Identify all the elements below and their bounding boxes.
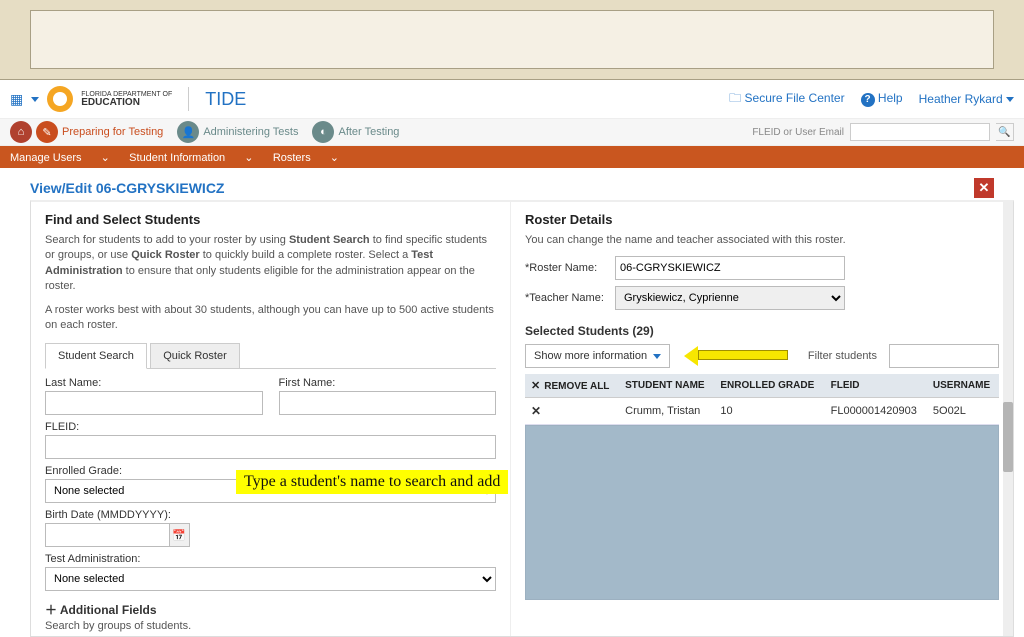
cell-user: 5O02L [927, 398, 999, 425]
first-name-input[interactable] [279, 391, 497, 415]
roster-name-label: *Roster Name: [525, 262, 615, 274]
chevron-down-icon [1006, 97, 1014, 102]
roster-details-sub: You can change the name and teacher asso… [525, 233, 999, 248]
subnav-rosters[interactable]: Rosters ⌄ [273, 152, 339, 164]
chevron-down-icon[interactable] [31, 97, 39, 102]
col-username[interactable]: USERNAME [927, 374, 999, 398]
nav-preparing[interactable]: ✎ Preparing for Testing [36, 121, 163, 143]
table-empty-area [525, 425, 999, 600]
help-text-2: A roster works best with about 30 studen… [45, 303, 496, 334]
find-students-heading: Find and Select Students [45, 212, 496, 227]
selected-students-table: ✕REMOVE ALL STUDENT NAME ENROLLED GRADE … [525, 374, 999, 425]
help-text-1: Search for students to add to your roste… [45, 233, 496, 295]
annotation-callout: Type a student's name to search and add [236, 470, 508, 494]
help-link[interactable]: ? Help [861, 91, 903, 107]
cell-name: Crumm, Tristan [619, 398, 714, 425]
tab-student-search[interactable]: Student Search [45, 343, 147, 369]
secure-file-center-link[interactable]: 🗀 Secure File Center [729, 89, 844, 110]
cell-fleid: FL000001420903 [825, 398, 927, 425]
first-name-label: First Name: [279, 377, 497, 389]
birth-label: Birth Date (MMDDYYYY): [45, 509, 496, 521]
additional-fields-toggle[interactable]: ＋ Additional Fields [45, 601, 496, 618]
home-icon[interactable]: ⌂ [10, 121, 32, 143]
roster-name-input[interactable] [615, 256, 845, 280]
show-more-info-dropdown[interactable]: Show more information [525, 344, 670, 368]
subnav-manage-users[interactable]: Manage Users ⌄ [10, 152, 110, 164]
search-icon[interactable]: 🔍 [996, 123, 1014, 141]
annotation-arrow-icon [684, 346, 788, 367]
subnav-student-info[interactable]: Student Information ⌄ [129, 152, 253, 164]
filter-students-input[interactable] [889, 344, 999, 368]
edit-roster-modal: View/Edit 06-CGRYSKIEWICZ ✕ Type a stude… [30, 180, 1014, 637]
person-icon: ✎ [36, 121, 58, 143]
scrollbar[interactable] [1003, 202, 1013, 636]
col-student-name[interactable]: STUDENT NAME [619, 374, 714, 398]
person-icon: 👤 [177, 121, 199, 143]
col-remove-all[interactable]: ✕REMOVE ALL [525, 374, 619, 398]
birth-date-input[interactable] [45, 523, 170, 547]
divider [188, 87, 189, 111]
table-row: ✕ Crumm, Tristan 10 FL000001420903 5O02L [525, 398, 999, 425]
col-fleid[interactable]: FLEID [825, 374, 927, 398]
teacher-name-label: *Teacher Name: [525, 292, 615, 304]
top-bar: ▦ FLORIDA DEPARTMENT OF EDUCATION TIDE 🗀… [0, 80, 1024, 118]
help-icon: ? [861, 93, 875, 107]
tab-quick-roster[interactable]: Quick Roster [150, 343, 240, 369]
test-admin-select[interactable]: None selected [45, 567, 496, 591]
cell-grade: 10 [714, 398, 824, 425]
last-name-label: Last Name: [45, 377, 263, 389]
app-launcher-icon[interactable]: ▦ [10, 91, 23, 108]
calendar-icon[interactable]: 📅 [170, 523, 191, 547]
workflow-nav: ⌂ ✎ Preparing for Testing 👤 Administerin… [0, 118, 1024, 146]
clock-icon: ◐ [312, 121, 334, 143]
dept-label: FLORIDA DEPARTMENT OF EDUCATION [81, 91, 172, 108]
app-name: TIDE [205, 89, 246, 110]
chevron-down-icon [653, 354, 661, 359]
folder-icon: 🗀 [729, 91, 741, 105]
search-tabs: Student Search Quick Roster [45, 343, 496, 369]
roster-details-heading: Roster Details [525, 212, 999, 227]
modal-title: View/Edit 06-CGRYSKIEWICZ [30, 180, 1014, 200]
nav-after[interactable]: ◐ After Testing [312, 121, 399, 143]
sub-nav: Manage Users ⌄ Student Information ⌄ Ros… [0, 146, 1024, 168]
close-button[interactable]: ✕ [974, 178, 994, 198]
teacher-name-select[interactable]: Gryskiewicz, Cyprienne [615, 286, 845, 310]
fleid-input[interactable] [45, 435, 496, 459]
nav-search-label: FLEID or User Email [752, 127, 844, 138]
additional-fields-note: Search by groups of students. [45, 620, 496, 632]
remove-row-icon[interactable]: ✕ [531, 404, 541, 418]
nav-administering[interactable]: 👤 Administering Tests [177, 121, 298, 143]
last-name-input[interactable] [45, 391, 263, 415]
selected-students-heading: Selected Students (29) [525, 324, 999, 338]
nav-search-input[interactable] [850, 123, 990, 141]
col-enrolled-grade[interactable]: ENROLLED GRADE [714, 374, 824, 398]
logo-icon [47, 86, 73, 112]
user-menu[interactable]: Heather Rykard [919, 92, 1014, 106]
test-admin-label: Test Administration: [45, 553, 496, 565]
fleid-label: FLEID: [45, 421, 496, 433]
filter-students-label: Filter students [808, 350, 877, 362]
